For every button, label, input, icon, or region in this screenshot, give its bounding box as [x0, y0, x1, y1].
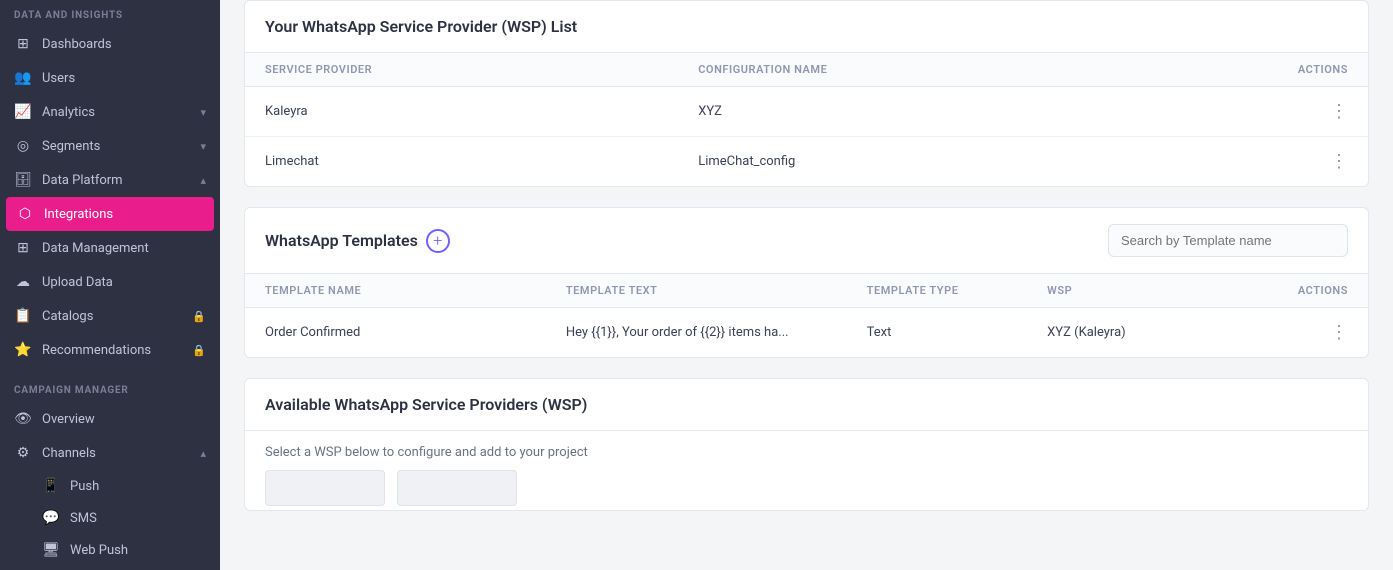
- sidebar: DATA AND INSIGHTS ⊞ Dashboards 👥 Users 📈…: [0, 0, 220, 570]
- sidebar-item-channels[interactable]: ⚙ Channels ▴: [0, 436, 220, 470]
- upload-data-icon: ☁: [14, 274, 32, 290]
- chevron-up-icon: ▴: [200, 447, 206, 460]
- sidebar-section-header-campaign: CAMPAIGN MANAGER: [0, 375, 220, 402]
- channels-icon: ⚙: [14, 445, 32, 461]
- sidebar-item-label: Segments: [42, 139, 190, 154]
- lock-icon: 🔒: [192, 344, 206, 357]
- col-header-template-text: TEMPLATE TEXT: [566, 284, 867, 297]
- col-header-template-name: TEMPLATE NAME: [265, 284, 566, 297]
- template-text-0: Hey {{1}}, Your order of {{2}} items ha.…: [566, 325, 867, 340]
- col-header-actions: ACTIONS: [1131, 63, 1348, 76]
- sidebar-item-label: Data Platform: [42, 173, 190, 188]
- analytics-icon: 📈: [14, 104, 32, 120]
- sidebar-sub-item-sms[interactable]: 💬 SMS: [0, 502, 220, 534]
- sidebar-sub-item-label: Web Push: [70, 543, 128, 558]
- template-name-0: Order Confirmed: [265, 325, 566, 340]
- sidebar-sub-item-email[interactable]: ✉ Email: [0, 566, 220, 570]
- wsp-list-card: Your WhatsApp Service Provider (WSP) Lis…: [244, 0, 1369, 187]
- template-row-more-button-0[interactable]: ⋮: [1228, 322, 1348, 343]
- sidebar-item-data-platform[interactable]: 🗄 Data Platform ▴: [0, 163, 220, 197]
- sidebar-item-integrations[interactable]: ⬡ Integrations: [6, 197, 214, 231]
- wsp-service-provider-0: Kaleyra: [265, 104, 698, 119]
- sidebar-item-label: Analytics: [42, 105, 190, 120]
- main-content: Your WhatsApp Service Provider (WSP) Lis…: [220, 0, 1393, 570]
- wsp-config-name-1: LimeChat_config: [698, 154, 1131, 169]
- chevron-down-icon: ▾: [200, 106, 206, 119]
- wsp-config-name-0: XYZ: [698, 104, 1131, 119]
- sidebar-item-catalogs[interactable]: 📋 Catalogs 🔒: [0, 299, 220, 333]
- templates-card: WhatsApp Templates + TEMPLATE NAME TEMPL…: [244, 207, 1369, 358]
- segments-icon: ◎: [14, 138, 32, 154]
- template-wsp-0: XYZ (Kaleyra): [1047, 325, 1228, 340]
- data-management-icon: ⊞: [14, 240, 32, 256]
- available-wsp-desc: Select a WSP below to configure and add …: [245, 431, 1368, 470]
- sidebar-item-overview[interactable]: 👁 Overview: [0, 402, 220, 436]
- table-row: Kaleyra XYZ ⋮: [245, 87, 1368, 137]
- col-header-config-name: CONFIGURATION NAME: [698, 63, 1131, 76]
- sidebar-sub-item-label: Push: [70, 479, 99, 494]
- chevron-down-icon: ▾: [200, 140, 206, 153]
- col-header-service-provider: SERVICE PROVIDER: [265, 63, 698, 76]
- recommendations-icon: ⭐: [14, 342, 32, 358]
- push-icon: 📱: [42, 478, 60, 494]
- data-platform-icon: 🗄: [14, 172, 32, 188]
- col-header-template-type: TEMPLATE TYPE: [867, 284, 1048, 297]
- available-wsp-title: Available WhatsApp Service Providers (WS…: [245, 379, 1368, 431]
- sidebar-item-label: Upload Data: [42, 275, 206, 290]
- sms-icon: 💬: [42, 510, 60, 526]
- lock-icon: 🔒: [192, 310, 206, 323]
- sidebar-item-label: Catalogs: [42, 309, 182, 324]
- available-wsp-card: Available WhatsApp Service Providers (WS…: [244, 378, 1369, 511]
- search-template-input[interactable]: [1108, 224, 1348, 257]
- sidebar-item-dashboards[interactable]: ⊞ Dashboards: [0, 27, 220, 61]
- templates-title-bar: WhatsApp Templates +: [245, 208, 1368, 274]
- integrations-icon: ⬡: [16, 206, 34, 222]
- sidebar-item-label: Recommendations: [42, 343, 182, 358]
- wsp-table-header: SERVICE PROVIDER CONFIGURATION NAME ACTI…: [245, 53, 1368, 87]
- table-row: Limechat LimeChat_config ⋮: [245, 137, 1368, 186]
- sidebar-section-header-data: DATA AND INSIGHTS: [0, 0, 220, 27]
- table-row: Order Confirmed Hey {{1}}, Your order of…: [245, 308, 1368, 357]
- sidebar-item-label: Overview: [42, 412, 206, 427]
- wsp-row-more-button-1[interactable]: ⋮: [1131, 151, 1348, 172]
- users-icon: 👥: [14, 70, 32, 86]
- sidebar-item-label: Data Management: [42, 241, 206, 256]
- templates-title-left: WhatsApp Templates +: [265, 229, 450, 253]
- sidebar-sub-item-web-push[interactable]: 🖥 Web Push: [0, 534, 220, 566]
- sidebar-item-recommendations[interactable]: ⭐ Recommendations 🔒: [0, 333, 220, 367]
- wsp-service-provider-1: Limechat: [265, 154, 698, 169]
- dashboards-icon: ⊞: [14, 36, 32, 52]
- templates-title: WhatsApp Templates: [265, 231, 418, 250]
- col-header-template-actions: ACTIONS: [1228, 284, 1348, 297]
- templates-table-header: TEMPLATE NAME TEMPLATE TEXT TEMPLATE TYP…: [245, 274, 1368, 308]
- wsp-list-title-bar: Your WhatsApp Service Provider (WSP) Lis…: [245, 1, 1368, 53]
- sidebar-item-segments[interactable]: ◎ Segments ▾: [0, 129, 220, 163]
- sidebar-item-analytics[interactable]: 📈 Analytics ▾: [0, 95, 220, 129]
- sidebar-item-label: Users: [42, 71, 206, 86]
- wsp-row-more-button-0[interactable]: ⋮: [1131, 101, 1348, 122]
- sidebar-item-label: Integrations: [44, 207, 204, 222]
- sidebar-sub-item-push[interactable]: 📱 Push: [0, 470, 220, 502]
- sidebar-sub-item-label: SMS: [70, 511, 97, 526]
- sidebar-item-users[interactable]: 👥 Users: [0, 61, 220, 95]
- sidebar-item-upload-data[interactable]: ☁ Upload Data: [0, 265, 220, 299]
- template-type-0: Text: [867, 325, 1048, 340]
- sidebar-item-label: Channels: [42, 446, 190, 461]
- overview-icon: 👁: [14, 411, 32, 427]
- sidebar-item-label: Dashboards: [42, 37, 206, 52]
- web-push-icon: 🖥: [42, 542, 60, 558]
- add-template-button[interactable]: +: [426, 229, 450, 253]
- sidebar-item-data-management[interactable]: ⊞ Data Management: [0, 231, 220, 265]
- catalogs-icon: 📋: [14, 308, 32, 324]
- col-header-template-wsp: WSP: [1047, 284, 1228, 297]
- chevron-up-icon: ▴: [200, 174, 206, 187]
- wsp-list-title: Your WhatsApp Service Provider (WSP) Lis…: [265, 17, 577, 36]
